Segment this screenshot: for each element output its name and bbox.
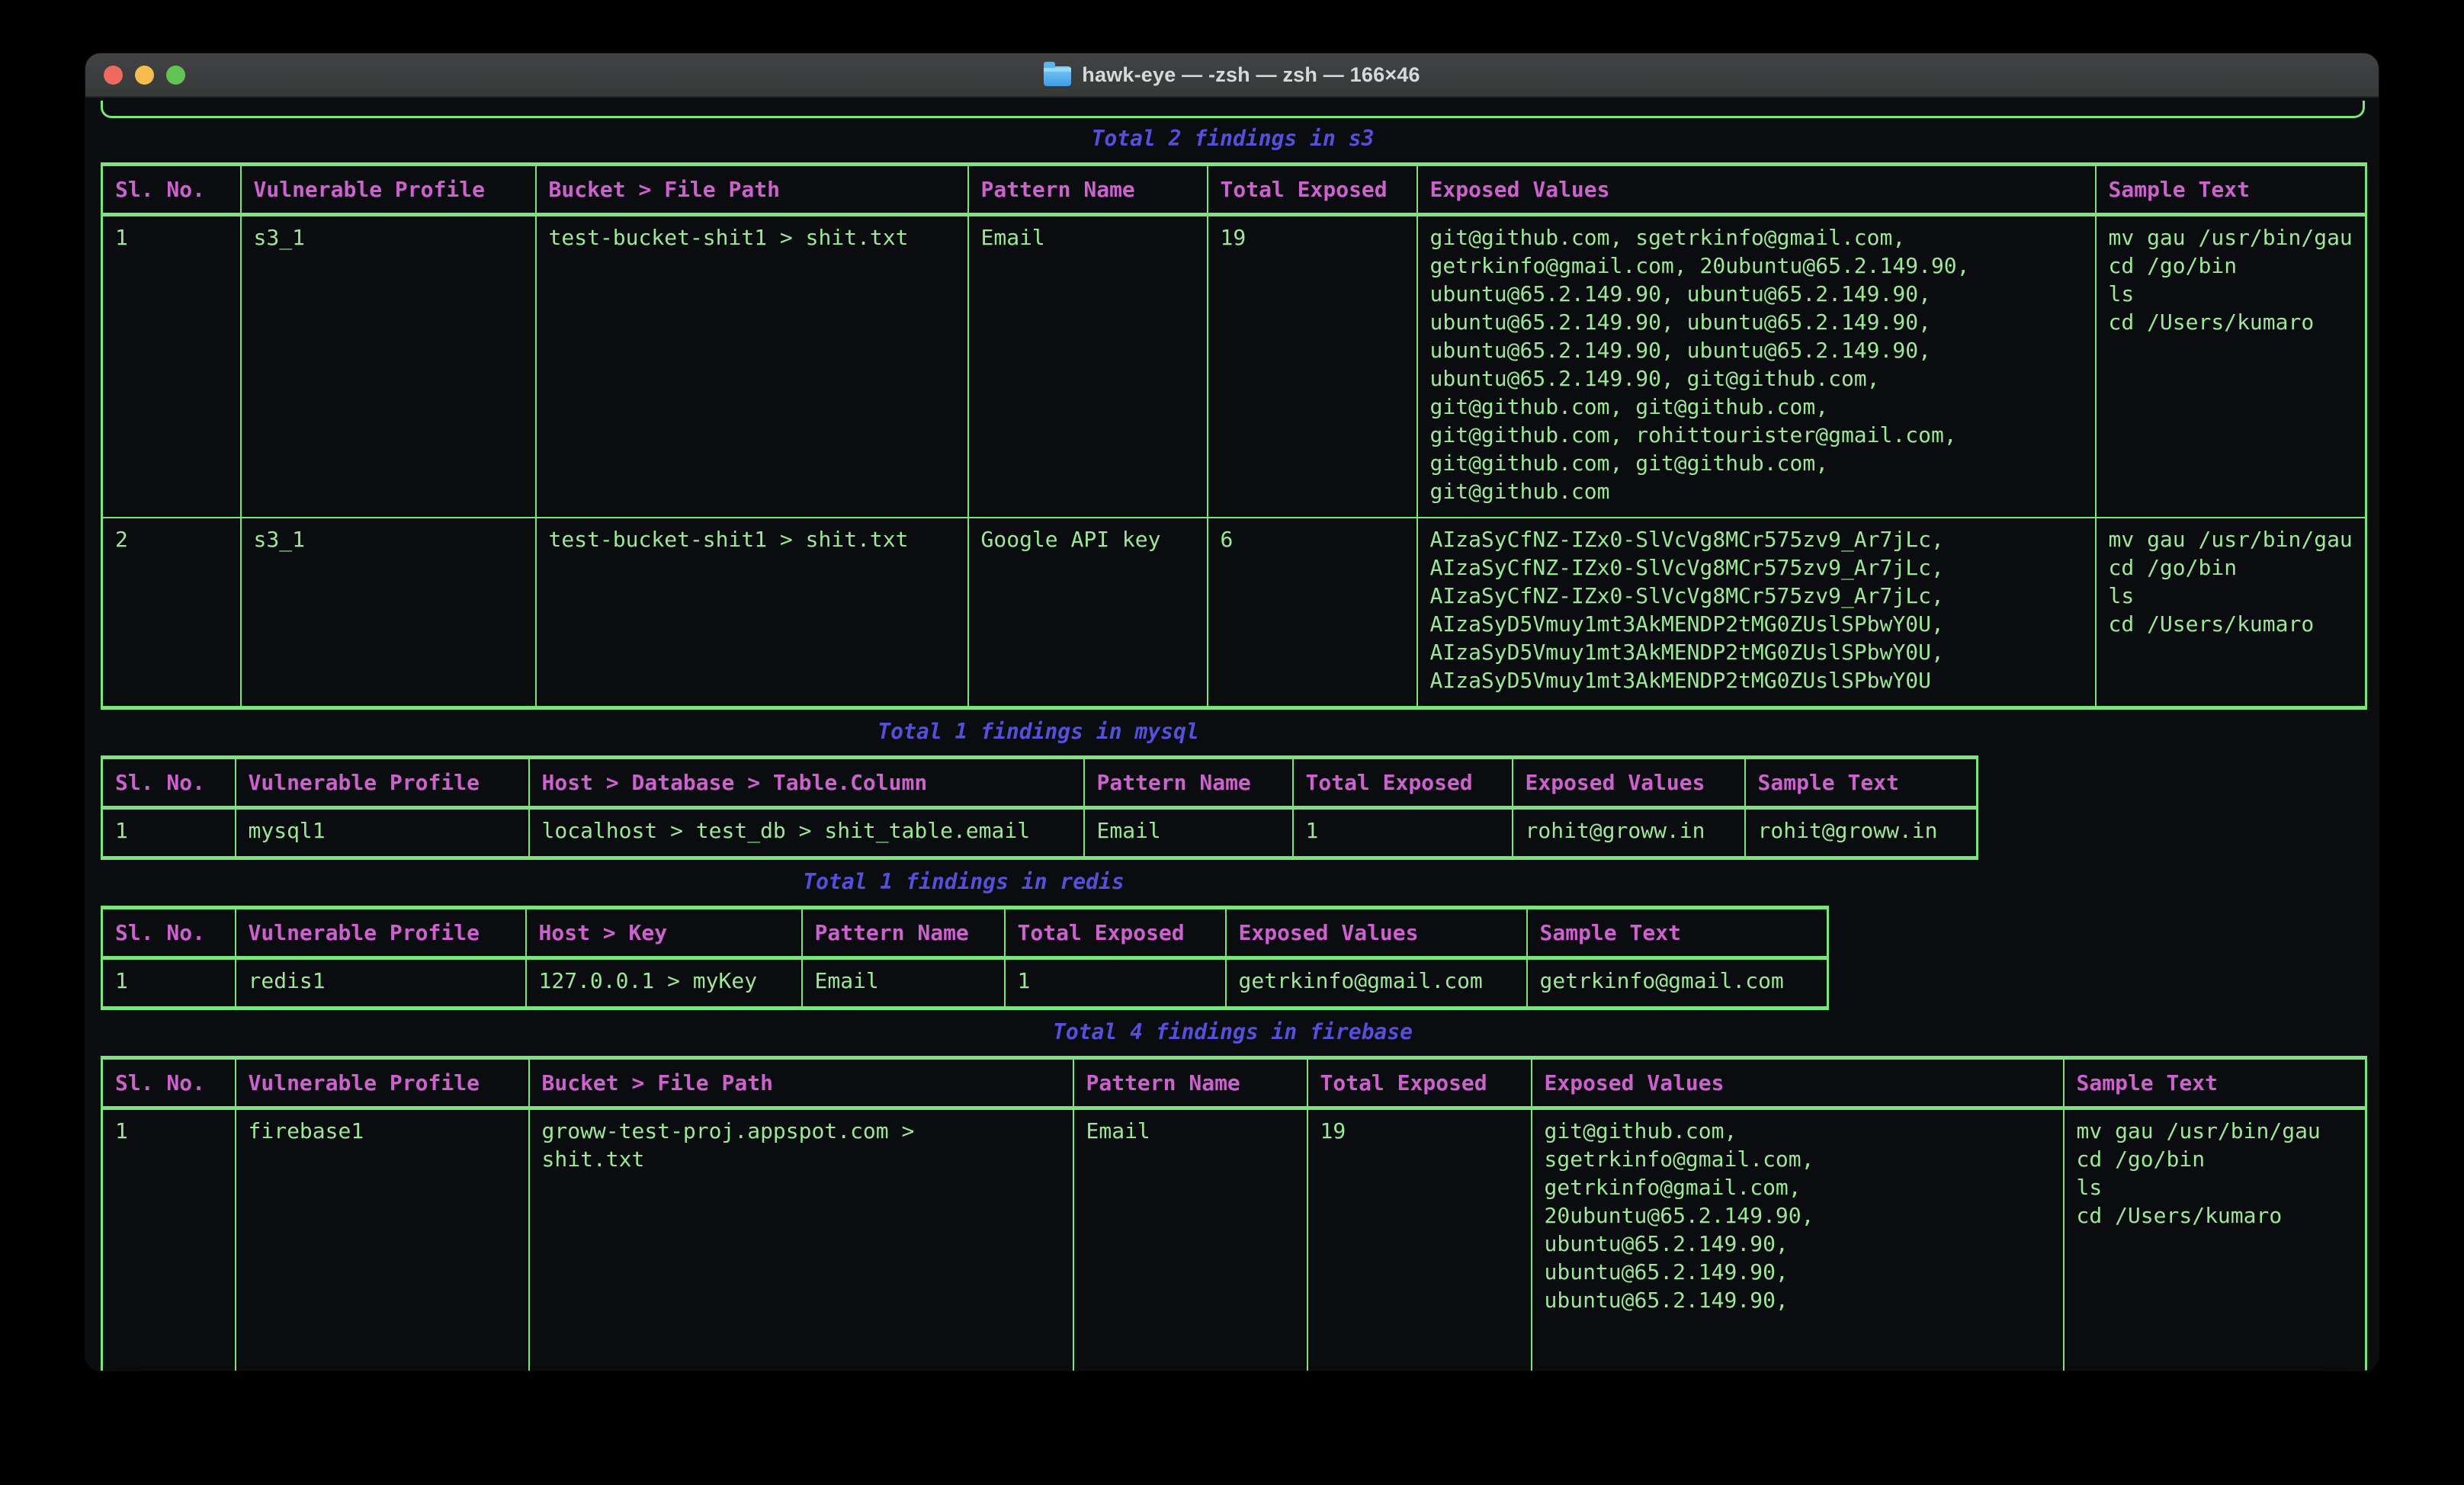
cell-pattern-name: Email (1073, 1108, 1307, 1371)
column-header-total-exposed: Total Exposed (1208, 165, 1417, 215)
column-header-pattern-name: Pattern Name (1084, 758, 1293, 808)
section-heading-firebase: Total 4 findings in firebase (101, 1018, 2365, 1047)
cell-vulnerable-profile: firebase1 (236, 1108, 529, 1371)
cell-exposed-values: getrkinfo@gmail.com (1226, 958, 1527, 1009)
column-header-exposed-values: Exposed Values (1417, 165, 2096, 215)
column-header-sl-no: Sl. No. (102, 908, 236, 958)
folder-icon (1044, 66, 1071, 86)
column-header-bucket-file-path: Bucket > File Path (536, 165, 968, 215)
cell-host-database-table: localhost > test_db > shit_table.email (529, 808, 1084, 858)
cell-vulnerable-profile: mysql1 (236, 808, 529, 858)
cell-pattern-name: Email (968, 215, 1208, 518)
cell-sl-no: 1 (102, 808, 236, 858)
column-header-total-exposed: Total Exposed (1307, 1058, 1532, 1108)
cell-sl-no: 2 (102, 518, 241, 708)
firebase-findings-table: Sl. No. Vulnerable Profile Bucket > File… (101, 1056, 2367, 1371)
table-row: 1 s3_1 test-bucket-shit1 > shit.txt Emai… (102, 215, 2366, 518)
cell-sl-no: 1 (102, 1108, 236, 1371)
column-header-sl-no: Sl. No. (102, 1058, 236, 1108)
minimize-button[interactable] (135, 66, 154, 85)
cell-sample-text: getrkinfo@gmail.com (1527, 958, 1828, 1009)
cell-sl-no: 1 (102, 958, 236, 1009)
zoom-button[interactable] (166, 66, 185, 85)
cell-bucket-file-path: test-bucket-shit1 > shit.txt (536, 215, 968, 518)
window-title: hawk-eye — -zsh — zsh — 166×46 (1082, 63, 1420, 87)
redis-findings-section: Total 1 findings in redis Sl. No. Vulner… (101, 868, 1827, 1010)
cell-pattern-name: Email (802, 958, 1005, 1009)
cell-vulnerable-profile: redis1 (236, 958, 526, 1009)
column-header-vulnerable-profile: Vulnerable Profile (236, 758, 529, 808)
cell-pattern-name: Google API key (968, 518, 1208, 708)
section-heading-mysql: Total 1 findings in mysql (101, 717, 1976, 746)
mysql-findings-section: Total 1 findings in mysql Sl. No. Vulner… (101, 717, 1976, 860)
column-header-sl-no: Sl. No. (102, 165, 241, 215)
column-header-total-exposed: Total Exposed (1005, 908, 1226, 958)
cell-bucket-file-path: groww-test-proj.appspot.com > shit.txt (529, 1108, 1073, 1371)
table-header-row: Sl. No. Vulnerable Profile Bucket > File… (102, 1058, 2366, 1108)
column-header-sample-text: Sample Text (1527, 908, 1828, 958)
cell-pattern-name: Email (1084, 808, 1293, 858)
titlebar[interactable]: hawk-eye — -zsh — zsh — 166×46 (85, 53, 2379, 98)
column-header-exposed-values: Exposed Values (1513, 758, 1745, 808)
s3-findings-section: Total 2 findings in s3 Sl. No. Vulnerabl… (101, 124, 2365, 710)
window-title-group: hawk-eye — -zsh — zsh — 166×46 (1044, 63, 1420, 87)
column-header-vulnerable-profile: Vulnerable Profile (241, 165, 536, 215)
table-header-row: Sl. No. Vulnerable Profile Host > Key Pa… (102, 908, 1828, 958)
cell-total-exposed: 6 (1208, 518, 1417, 708)
section-heading-s3: Total 2 findings in s3 (101, 124, 2365, 153)
close-button[interactable] (104, 66, 123, 85)
cell-exposed-values: git@github.com, sgetrkinfo@gmail.com, ge… (1532, 1108, 2064, 1371)
table-row: 1 firebase1 groww-test-proj.appspot.com … (102, 1108, 2366, 1371)
cell-sl-no: 1 (102, 215, 241, 518)
mysql-findings-table: Sl. No. Vulnerable Profile Host > Databa… (101, 755, 1978, 860)
column-header-host-database-table: Host > Database > Table.Column (529, 758, 1084, 808)
cell-total-exposed: 1 (1005, 958, 1226, 1009)
column-header-pattern-name: Pattern Name (802, 908, 1005, 958)
column-header-sl-no: Sl. No. (102, 758, 236, 808)
cell-total-exposed: 1 (1293, 808, 1513, 858)
column-header-pattern-name: Pattern Name (968, 165, 1208, 215)
table-row: 1 redis1 127.0.0.1 > myKey Email 1 getrk… (102, 958, 1828, 1009)
column-header-vulnerable-profile: Vulnerable Profile (236, 1058, 529, 1108)
cell-bucket-file-path: test-bucket-shit1 > shit.txt (536, 518, 968, 708)
column-header-host-key: Host > Key (526, 908, 802, 958)
cell-host-key: 127.0.0.1 > myKey (526, 958, 802, 1009)
column-header-sample-text: Sample Text (1745, 758, 1978, 808)
column-header-sample-text: Sample Text (2096, 165, 2366, 215)
column-header-exposed-values: Exposed Values (1532, 1058, 2064, 1108)
cell-sample-text: mv gau /usr/bin/gau cd /go/bin ls cd /Us… (2096, 215, 2366, 518)
column-header-exposed-values: Exposed Values (1226, 908, 1527, 958)
cell-exposed-values: git@github.com, sgetrkinfo@gmail.com, ge… (1417, 215, 2096, 518)
cell-exposed-values: rohit@groww.in (1513, 808, 1745, 858)
table-header-row: Sl. No. Vulnerable Profile Bucket > File… (102, 165, 2366, 215)
column-header-pattern-name: Pattern Name (1073, 1058, 1307, 1108)
section-heading-redis: Total 1 findings in redis (101, 868, 1827, 896)
table-row: 2 s3_1 test-bucket-shit1 > shit.txt Goog… (102, 518, 2366, 708)
column-header-bucket-file-path: Bucket > File Path (529, 1058, 1073, 1108)
cell-sample-text: mv gau /usr/bin/gau cd /go/bin ls cd /Us… (2064, 1108, 2366, 1371)
cell-sample-text: mv gau /usr/bin/gau cd /go/bin ls cd /Us… (2096, 518, 2366, 708)
column-header-vulnerable-profile: Vulnerable Profile (236, 908, 526, 958)
terminal-window: hawk-eye — -zsh — zsh — 166×46 Total 2 f… (85, 53, 2379, 1371)
cell-exposed-values: AIzaSyCfNZ-IZx0-SlVcVg8MCr575zv9_Ar7jLc,… (1417, 518, 2096, 708)
firebase-findings-section: Total 4 findings in firebase Sl. No. Vul… (101, 1018, 2365, 1371)
terminal-output[interactable]: Total 2 findings in s3 Sl. No. Vulnerabl… (85, 98, 2379, 1371)
column-header-sample-text: Sample Text (2064, 1058, 2366, 1108)
redis-findings-table: Sl. No. Vulnerable Profile Host > Key Pa… (101, 906, 1829, 1010)
table-header-row: Sl. No. Vulnerable Profile Host > Databa… (102, 758, 1978, 808)
cell-sample-text: rohit@groww.in (1745, 808, 1978, 858)
cell-total-exposed: 19 (1208, 215, 1417, 518)
cell-total-exposed: 19 (1307, 1108, 1532, 1371)
traffic-lights (104, 53, 185, 96)
cell-vulnerable-profile: s3_1 (241, 215, 536, 518)
previous-table-bottom-border (101, 101, 2365, 118)
column-header-total-exposed: Total Exposed (1293, 758, 1513, 808)
table-row: 1 mysql1 localhost > test_db > shit_tabl… (102, 808, 1978, 858)
s3-findings-table: Sl. No. Vulnerable Profile Bucket > File… (101, 162, 2367, 710)
cell-vulnerable-profile: s3_1 (241, 518, 536, 708)
